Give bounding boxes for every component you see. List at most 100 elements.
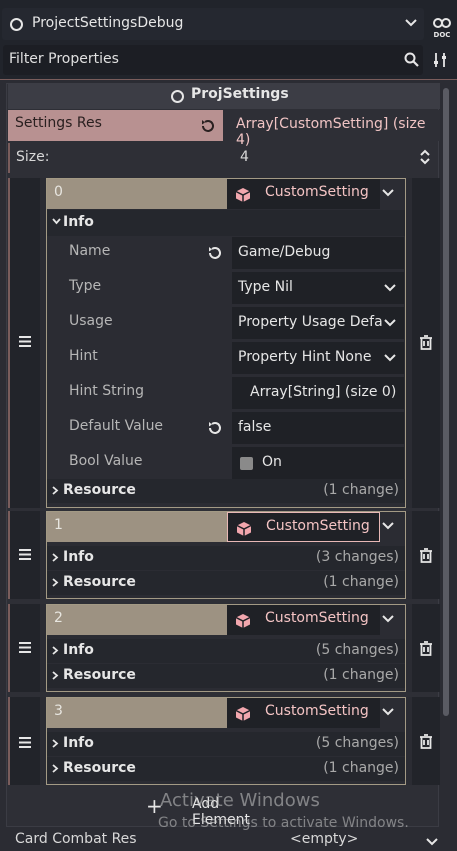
info-section-header[interactable]: Info — [47, 210, 405, 236]
settings-res-label-cell: Settings Res — [8, 110, 223, 141]
scrollbar-thumb[interactable] — [443, 88, 449, 716]
drag-handle-icon — [19, 549, 31, 560]
info-section-label: Info — [63, 642, 94, 658]
node-header: ProjectSettingsDebug DOC — [0, 5, 457, 41]
change-count: (5 changes) — [315, 642, 399, 658]
settings-res-row: Settings Res Array[CustomSetting] (size … — [8, 110, 440, 148]
spinner-arrows-icon[interactable] — [420, 149, 430, 165]
delete-element-button[interactable] — [412, 511, 440, 599]
chevron-down-icon — [384, 354, 396, 362]
resource-section-header[interactable]: Resource (1 change) — [47, 571, 405, 595]
activate-windows-subtext: Go to Settings to activate Windows. — [158, 815, 409, 831]
hint-dropdown[interactable]: Property Hint None — [232, 342, 404, 374]
hint-string-button[interactable]: Array[String] (size 0) — [232, 377, 404, 409]
resource-title-bar[interactable]: ProjSettings — [8, 83, 440, 109]
settings-res-value-button[interactable]: Array[CustomSetting] (size 4) — [226, 110, 440, 148]
caret-right-icon — [52, 486, 59, 495]
property-label: Bool Value — [69, 453, 143, 469]
tools-icon[interactable] — [433, 52, 449, 68]
delete-element-button[interactable] — [412, 604, 440, 692]
bool-value-checkbox[interactable]: On — [232, 447, 404, 479]
resource-cube-icon — [236, 522, 252, 536]
delete-element-button[interactable] — [412, 697, 440, 785]
change-count: (1 change) — [323, 760, 399, 776]
property-type: Type Type Nil — [47, 272, 405, 306]
card-combat-res-value[interactable]: <empty> — [290, 831, 358, 847]
element-index-bar: 3 — [47, 698, 227, 728]
hint-string-value: Array[String] (size 0) — [250, 384, 397, 400]
object-docs-icon[interactable]: DOC — [431, 17, 453, 39]
drag-handle[interactable] — [10, 511, 40, 599]
element-editor: 2 CustomSetting Info (5 changes) Resourc… — [46, 604, 406, 692]
caret-right-icon — [52, 671, 59, 680]
trash-icon — [420, 548, 432, 563]
revert-icon[interactable] — [207, 420, 223, 436]
activate-windows-watermark: Activate Windows — [160, 790, 320, 811]
property-label: Usage — [69, 313, 113, 329]
info-section-label: Info — [63, 214, 94, 230]
property-hint: Hint Property Hint None — [47, 342, 405, 376]
size-label: Size: — [16, 149, 50, 165]
info-section-header[interactable]: Info (3 changes) — [47, 546, 405, 570]
resource-section-header[interactable]: Resource (1 change) — [47, 479, 405, 503]
property-label: Default Value — [69, 418, 164, 434]
resource-cube-icon — [235, 188, 251, 202]
chevron-down-icon[interactable] — [382, 615, 394, 623]
property-label: Name — [69, 243, 111, 259]
delete-element-button[interactable] — [412, 178, 440, 508]
custom-setting-resource-button[interactable]: CustomSetting — [227, 605, 380, 635]
info-section-header[interactable]: Info (5 changes) — [47, 639, 405, 663]
caret-right-icon — [52, 764, 59, 773]
property-default-value: Default Value false — [47, 412, 405, 446]
chevron-down-icon — [384, 284, 396, 292]
custom-setting-resource-button[interactable]: CustomSetting — [227, 698, 380, 728]
filter-properties-input[interactable]: Filter Properties — [3, 45, 423, 75]
property-name: Name Game/Debug — [47, 237, 405, 271]
size-value-input[interactable]: 4 — [240, 149, 249, 165]
element-index-bar: 0 — [47, 179, 227, 209]
element-index: 1 — [54, 517, 63, 533]
default-value: false — [238, 419, 272, 435]
element-editor: 0 CustomSetting Info Name Game/Debug Typ… — [46, 178, 406, 508]
caret-right-icon — [52, 553, 59, 562]
resource-section-header[interactable]: Resource (1 change) — [47, 664, 405, 688]
chevron-down-icon[interactable] — [382, 708, 394, 716]
revert-icon[interactable] — [200, 118, 216, 134]
property-label: Type — [69, 278, 102, 294]
usage-dropdown[interactable]: Property Usage Defa — [232, 307, 404, 339]
resource-section-label: Resource — [63, 574, 136, 590]
hint-value: Property Hint None — [238, 349, 372, 365]
chevron-down-icon[interactable] — [426, 838, 438, 846]
info-section-header[interactable]: Info (5 changes) — [47, 732, 405, 756]
chevron-down-icon[interactable] — [382, 189, 394, 197]
resource-section-header[interactable]: Resource (1 change) — [47, 757, 405, 781]
drag-handle[interactable] — [10, 697, 40, 785]
resource-cube-icon — [235, 707, 251, 721]
filter-placeholder: Filter Properties — [9, 51, 119, 67]
property-label: Hint String — [69, 383, 145, 399]
property-bool-value: Bool Value On — [47, 447, 405, 481]
property-label: Hint — [69, 348, 98, 364]
revert-icon[interactable] — [207, 245, 223, 261]
drag-handle-icon — [19, 336, 31, 347]
chevron-down-icon[interactable] — [382, 522, 394, 530]
resource-type-label: CustomSetting — [265, 610, 369, 626]
element-editor: 3 CustomSetting Info (5 changes) Resourc… — [46, 697, 406, 785]
settings-res-label: Settings Res — [15, 115, 102, 131]
change-count: (1 change) — [323, 482, 399, 498]
element-index-bar: 1 — [47, 512, 227, 542]
resource-section-label: Resource — [63, 760, 136, 776]
default-value-input[interactable]: false — [232, 412, 404, 444]
trash-icon — [420, 641, 432, 656]
node-selector-button[interactable]: ProjectSettingsDebug — [2, 8, 424, 40]
drag-handle[interactable] — [10, 604, 40, 692]
name-input[interactable]: Game/Debug — [232, 237, 404, 269]
svg-text:DOC: DOC — [434, 31, 451, 39]
custom-setting-resource-button[interactable]: CustomSetting — [227, 512, 380, 542]
node-name: ProjectSettingsDebug — [32, 15, 184, 31]
type-dropdown[interactable]: Type Nil — [232, 272, 404, 304]
resource-type-label: CustomSetting — [266, 518, 370, 534]
custom-setting-resource-button[interactable]: CustomSetting — [227, 179, 380, 209]
drag-handle[interactable] — [10, 178, 40, 508]
caret-right-icon — [52, 646, 59, 655]
